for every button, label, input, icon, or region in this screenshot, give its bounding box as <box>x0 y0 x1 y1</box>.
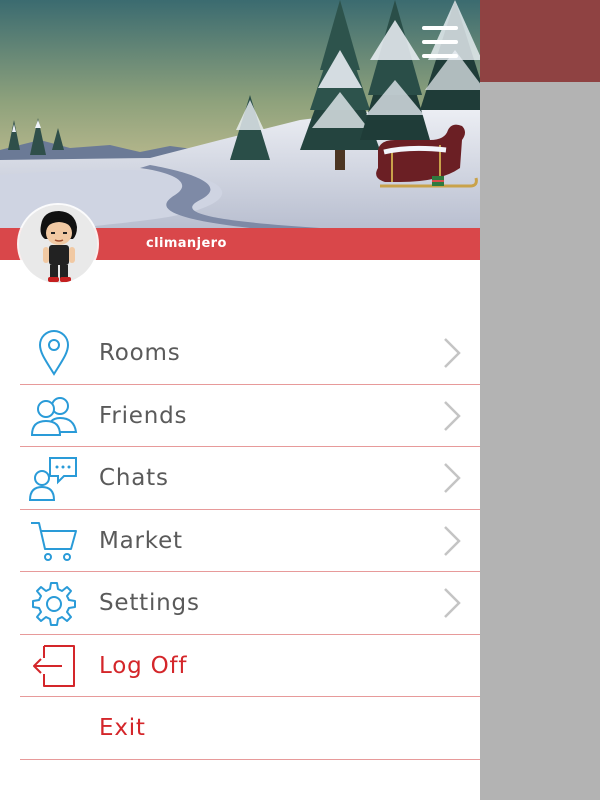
chevron-right-icon <box>444 338 461 369</box>
divider <box>20 758 480 760</box>
menu-item-label: Log Off <box>99 652 188 679</box>
menu-item-label: Rooms <box>99 340 181 367</box>
menu-item-label: Friends <box>99 402 188 429</box>
navigation-drawer: climanjero Rooms Friends Chats Market Se… <box>0 0 480 800</box>
chevron-right-icon <box>444 525 461 556</box>
cart-icon <box>28 515 80 567</box>
chevron-right-icon <box>444 588 461 619</box>
menu-item-label: Market <box>99 527 183 554</box>
winter-scene-header-image <box>0 0 480 228</box>
gear-icon <box>28 577 80 629</box>
chat-icon <box>28 452 80 504</box>
drawer-menu: Rooms Friends Chats Market Settings Log … <box>0 322 480 760</box>
logout-icon <box>28 640 80 692</box>
menu-item-chats[interactable]: Chats <box>0 447 480 510</box>
background-toolbar <box>480 0 600 82</box>
menu-item-label: Exit <box>99 715 146 742</box>
chevron-right-icon <box>444 463 461 494</box>
menu-item-friends[interactable]: Friends <box>0 385 480 447</box>
content-overlay[interactable] <box>480 82 600 800</box>
menu-item-market[interactable]: Market <box>0 510 480 572</box>
menu-item-settings[interactable]: Settings <box>0 572 480 635</box>
friends-icon <box>28 390 80 442</box>
username: climanjero <box>146 236 227 251</box>
menu-item-exit[interactable]: Exit <box>0 697 480 760</box>
location-pin-icon <box>28 327 80 379</box>
hamburger-menu-icon[interactable] <box>422 26 458 58</box>
menu-item-rooms[interactable]: Rooms <box>0 322 480 385</box>
menu-item-label: Settings <box>99 590 200 617</box>
menu-item-log-off[interactable]: Log Off <box>0 635 480 697</box>
chevron-right-icon <box>444 400 461 431</box>
avatar[interactable] <box>19 205 97 283</box>
menu-item-label: Chats <box>99 465 169 492</box>
